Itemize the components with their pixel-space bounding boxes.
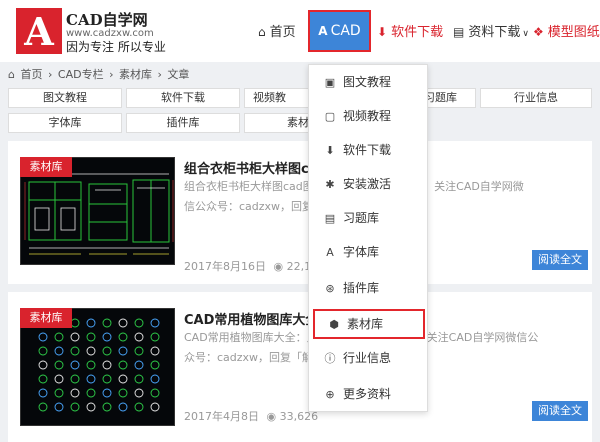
activate-icon: ✱ [325, 178, 335, 191]
read-more-button[interactable]: 阅读全文 [532, 250, 588, 270]
info-icon: ⓘ [324, 352, 336, 365]
site-header: A CAD自学网 www.cadzxw.com 因为专注 所以专业 ⌂ 首页 AC… [0, 0, 600, 62]
chevron-down-icon: ∨ [522, 29, 529, 39]
article-card: 素材库 组合衣柜书柜大样图cad图纸下载 组合衣柜书柜大样图cad图纸下载：54… [8, 141, 592, 284]
menu-item-more-resources[interactable]: ⊕ 更多资料 [309, 379, 427, 409]
cube-icon: ⬢ [329, 318, 339, 331]
breadcrumb-separator: › [109, 68, 114, 81]
menu-item-label: 字体库 [343, 245, 380, 259]
plus-icon: ⊕ [325, 388, 335, 401]
menu-item-label: 更多资料 [343, 387, 392, 401]
nav-model-drawings[interactable]: ❖ 模型图纸 [533, 14, 600, 50]
category-tag[interactable]: 素材库 [20, 157, 72, 177]
nav-home-label: 首页 [269, 25, 296, 40]
read-more-button[interactable]: 阅读全文 [532, 401, 588, 421]
nav-software-download[interactable]: ⬇ 软件下载 [377, 14, 443, 50]
breadcrumb-separator: › [47, 68, 53, 81]
category-software-download[interactable]: 软件下载 [126, 88, 240, 108]
download-icon: ⬇ [325, 144, 335, 157]
breadcrumb-home[interactable]: 首页 [20, 68, 42, 81]
video-icon: ▢ [324, 110, 336, 123]
menu-item-material-library[interactable]: ⬢ 素材库 [313, 309, 425, 339]
nav-cad[interactable]: A CAD [308, 10, 371, 52]
image-icon: ▣ [324, 76, 336, 89]
cubes-icon: ❖ [533, 25, 544, 39]
eye-icon: ◉ [266, 410, 277, 423]
article-date: 2017年4月8日 [184, 410, 259, 423]
home-icon: ⌂ [258, 25, 266, 39]
cad-dropdown-menu: ▣ 图文教程 ▢ 视频教程 ⬇ 软件下载 ✱ 安装激活 ▤ 习题库 A 字体库 ⊛ 插件库 ⬢… [308, 64, 428, 412]
menu-item-software-download[interactable]: ⬇ 软件下载 [309, 135, 427, 165]
menu-item-label: 行业信息 [343, 351, 392, 365]
download-icon: ⬇ [377, 25, 388, 39]
article-meta: 2017年8月16日 ◉ 22,180 [184, 258, 325, 274]
category-plugins[interactable]: 插件库 [126, 113, 240, 133]
menu-item-plugins[interactable]: ⊛ 插件库 [309, 273, 427, 303]
menu-item-label: 图文教程 [343, 75, 392, 89]
home-icon: ⌂ [8, 68, 15, 81]
category-fonts[interactable]: 字体库 [8, 113, 122, 133]
breadcrumb-article: 文章 [167, 68, 190, 81]
category-industry-news[interactable]: 行业信息 [480, 88, 592, 108]
font-icon: A [326, 246, 334, 259]
site-logo[interactable]: A [16, 8, 62, 54]
category-tag[interactable]: 素材库 [20, 308, 72, 328]
menu-item-install-activate[interactable]: ✱ 安装激活 [309, 169, 427, 199]
article-card: 素材库 CAD常用植物图库大全：点击下载 CAD常用植物图库大全：点击下载 2d… [8, 292, 592, 442]
category-graphic-tutorials[interactable]: 图文教程 [8, 88, 122, 108]
document-icon: ▤ [453, 25, 465, 39]
menu-item-graphic-tutorials[interactable]: ▣ 图文教程 [309, 67, 427, 97]
nav-cad-label: CAD [330, 23, 361, 39]
article-date: 2017年8月16日 [184, 260, 266, 273]
menu-item-label: 插件库 [343, 281, 380, 295]
nav-resources-label: 资料下载 [468, 25, 521, 40]
breadcrumb-separator: › [157, 68, 162, 81]
site-slogan: 因为专注 所以专业 [66, 40, 166, 54]
plugin-icon: ⊛ [325, 282, 335, 295]
site-brand-name: CAD自学网 [66, 11, 148, 29]
nav-software-label: 软件下载 [391, 25, 444, 40]
breadcrumb-material-library[interactable]: 素材库 [119, 68, 152, 81]
menu-item-label: 素材库 [347, 317, 384, 331]
book-icon: ▤ [324, 212, 336, 225]
breadcrumb-cad-column[interactable]: CAD专栏 [58, 68, 104, 81]
menu-item-video-tutorials[interactable]: ▢ 视频教程 [309, 101, 427, 131]
logo-letter: A [24, 9, 54, 54]
nav-home[interactable]: ⌂ 首页 [258, 14, 296, 50]
menu-item-exercises[interactable]: ▤ 习题库 [309, 203, 427, 233]
menu-item-label: 视频教程 [343, 109, 392, 123]
nav-resources-download[interactable]: ▤ 资料下载 ∨ [453, 14, 529, 50]
menu-item-industry-news[interactable]: ⓘ 行业信息 [309, 343, 427, 373]
menu-item-label: 安装激活 [343, 177, 392, 191]
menu-item-label: 软件下载 [343, 143, 392, 157]
menu-item-fonts[interactable]: A 字体库 [309, 237, 427, 267]
cad-logo-icon: A [318, 24, 328, 38]
breadcrumb: ⌂ 首页 › CAD专栏 › 素材库 › 文章 [8, 66, 191, 82]
eye-icon: ◉ [273, 260, 284, 273]
menu-item-label: 习题库 [343, 211, 380, 225]
nav-models-label: 模型图纸 [547, 25, 600, 40]
article-meta: 2017年4月8日 ◉ 33,626 [184, 408, 318, 424]
